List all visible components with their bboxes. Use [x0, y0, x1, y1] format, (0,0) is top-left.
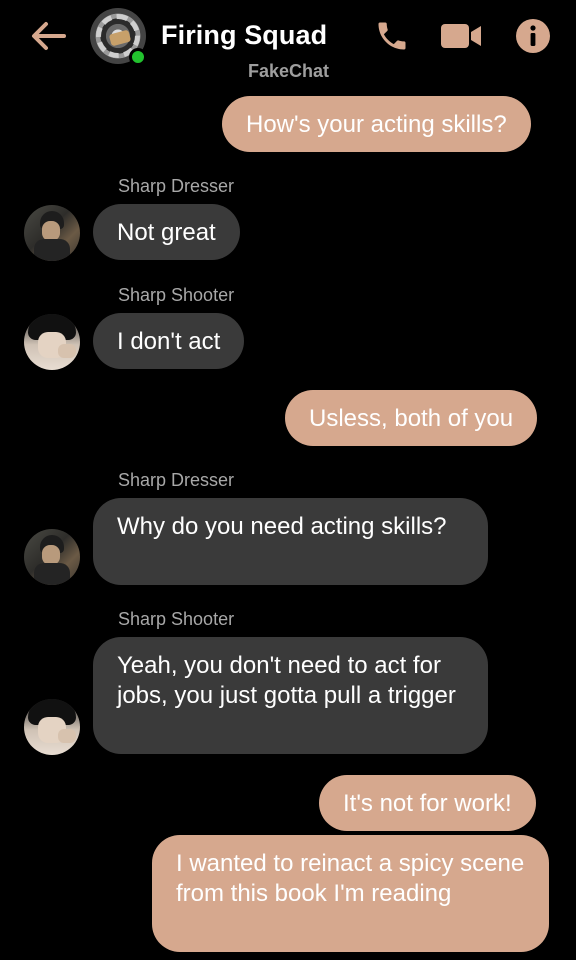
incoming-message[interactable]: Why do you need acting skills?	[93, 498, 488, 585]
chat-screen: Firing Squad FakeChat How's your acting …	[0, 0, 576, 960]
voice-call-button[interactable]	[372, 16, 412, 56]
avatar-face	[42, 221, 60, 241]
sender-name: Sharp Shooter	[118, 285, 235, 305]
chat-subtitle: FakeChat	[248, 61, 330, 81]
arrow-left-icon	[32, 22, 66, 50]
outgoing-message[interactable]: I wanted to reinact a spicy scene from t…	[152, 835, 549, 952]
incoming-message[interactable]: Not great	[93, 204, 240, 260]
incoming-message[interactable]: Yeah, you don't need to act for jobs, yo…	[93, 637, 488, 754]
back-button[interactable]	[26, 16, 70, 56]
chat-header: Firing Squad FakeChat	[0, 0, 576, 88]
avatar[interactable]	[24, 205, 80, 261]
info-button[interactable]	[514, 16, 552, 56]
avatar[interactable]	[24, 314, 80, 370]
outgoing-message[interactable]: Usless, both of you	[285, 390, 538, 446]
avatar-face	[42, 545, 60, 565]
chat-title[interactable]: Firing Squad	[161, 20, 327, 51]
sender-name: Sharp Dresser	[118, 470, 235, 490]
avatar-body	[34, 563, 70, 585]
sender-name: Sharp Shooter	[118, 609, 235, 629]
avatar[interactable]	[24, 699, 80, 755]
avatar-body	[34, 239, 70, 261]
avatar-hand	[58, 344, 76, 358]
info-icon	[516, 19, 550, 53]
outgoing-message[interactable]: How's your acting skills?	[222, 96, 531, 152]
avatar[interactable]	[24, 529, 80, 585]
outgoing-message[interactable]: It's not for work!	[319, 775, 536, 831]
phone-icon	[378, 22, 406, 50]
sender-name: Sharp Dresser	[118, 176, 235, 196]
video-camera-icon	[441, 24, 481, 48]
avatar-hand	[58, 729, 76, 743]
incoming-message[interactable]: I don't act	[93, 313, 245, 369]
online-status-dot	[129, 48, 147, 66]
video-call-button[interactable]	[438, 16, 484, 56]
